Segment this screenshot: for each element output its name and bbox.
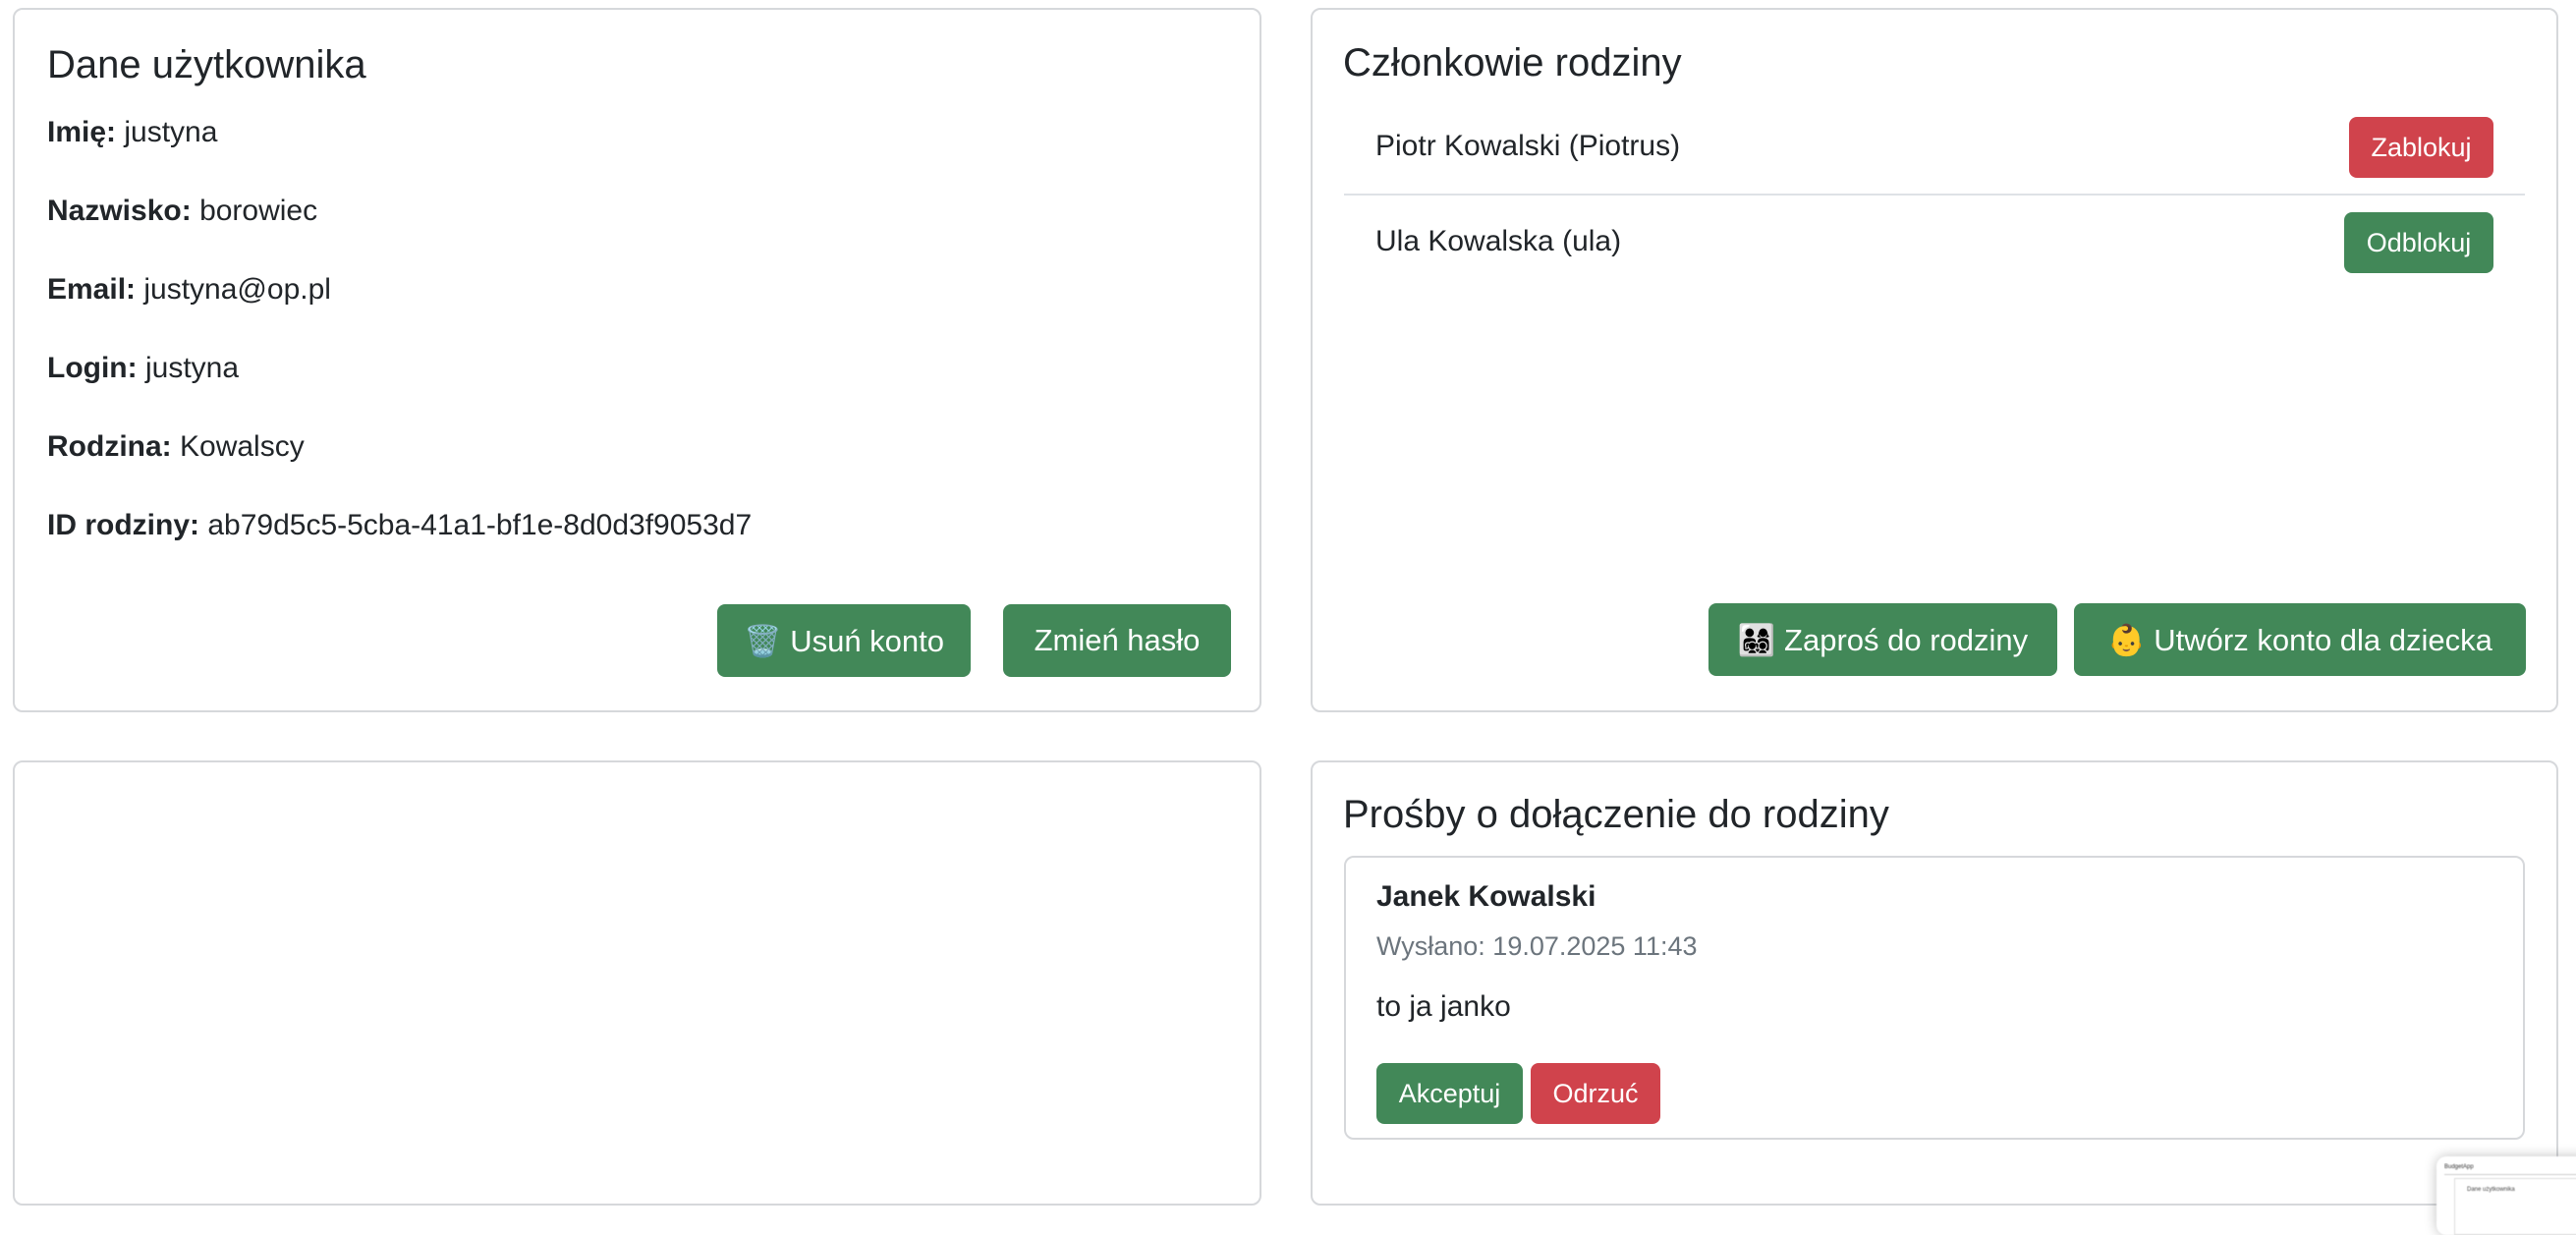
field-label: ID rodziny: <box>47 509 199 541</box>
block-member-button[interactable]: Zablokuj <box>2349 117 2493 178</box>
change-password-button[interactable]: Zmień hasło <box>1003 604 1231 677</box>
accept-request-button[interactable]: Akceptuj <box>1376 1063 1523 1124</box>
field-label: Imię: <box>47 116 117 148</box>
field-value: borowiec <box>199 195 318 227</box>
requester-name: Janek Kowalski <box>1376 880 1596 913</box>
request-message: to ja janko <box>1376 990 1511 1023</box>
request-sent-date: Wysłano: 19.07.2025 11:43 <box>1376 931 1698 961</box>
member-name: Ula Kowalska (ula) <box>1375 225 1622 257</box>
field-label: Nazwisko: <box>47 195 192 227</box>
invite-to-family-button[interactable]: 👨‍👩‍👧‍👦 Zaproś do rodziny <box>1708 603 2057 676</box>
field-label: Email: <box>47 273 137 306</box>
reject-request-button[interactable]: Odrzuć <box>1531 1063 1660 1124</box>
field-label: Login: <box>47 352 138 384</box>
field-last-name: Nazwisko: borowiec <box>47 195 317 228</box>
field-value: justyna@op.pl <box>143 273 331 306</box>
empty-card <box>13 760 1261 1206</box>
field-login: Login: justyna <box>47 352 239 385</box>
field-first-name: Imię: justyna <box>47 116 217 149</box>
member-name: Piotr Kowalski (Piotrus) <box>1375 130 1681 162</box>
field-value: justyna <box>144 352 240 384</box>
user-data-title: Dane użytkownika <box>47 43 366 86</box>
field-value: ab79d5c5-5cba-41a1-bf1e-8d0d3f9053d7 <box>207 509 753 541</box>
field-label: Rodzina: <box>47 430 172 463</box>
family-members-title: Członkowie rodziny <box>1343 41 1682 84</box>
thumbnail-title: Dane użytkownika <box>2454 1178 2576 1235</box>
create-child-account-button[interactable]: 👶 Utwórz konto dla dziecka <box>2074 603 2526 676</box>
field-family: Rodzina: Kowalscy <box>47 430 305 464</box>
field-email: Email: justyna@op.pl <box>47 273 331 307</box>
user-data-card: Dane użytkownika Imię: justyna Nazwisko:… <box>13 8 1261 712</box>
field-value: Kowalscy <box>180 430 305 463</box>
member-divider <box>1344 194 2525 196</box>
field-value: justyna <box>124 116 218 148</box>
field-family-id: ID rodziny: ab79d5c5-5cba-41a1-bf1e-8d0d… <box>47 509 752 542</box>
unblock-member-button[interactable]: Odblokuj <box>2344 212 2493 273</box>
screenshot-thumbnail[interactable]: BudgetApp Dane użytkownika <box>2436 1156 2576 1235</box>
delete-account-button[interactable]: 🗑️ Usuń konto <box>717 604 971 677</box>
thumbnail-app-name: BudgetApp <box>2444 1164 2576 1175</box>
join-requests-title: Prośby o dołączenie do rodziny <box>1343 793 1889 836</box>
